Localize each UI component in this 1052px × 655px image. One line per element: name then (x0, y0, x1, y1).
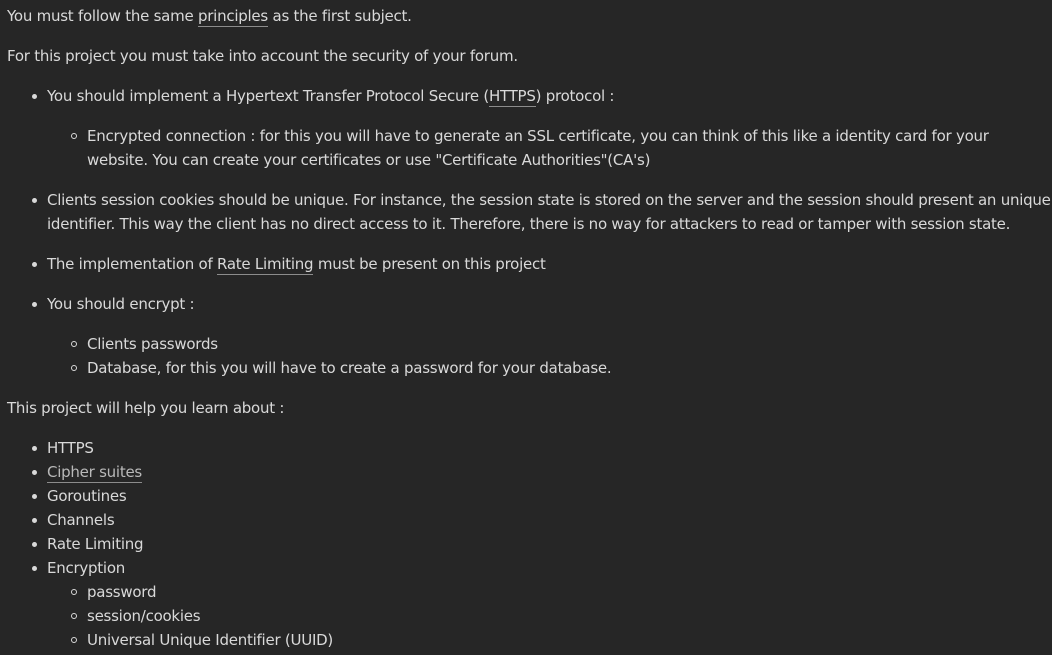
encryption-sub-item-session-cookies: session/cookies (47, 604, 1052, 628)
learn-item-https: HTTPS (7, 436, 1052, 460)
encrypt-sublist: Clients passwords Database, for this you… (47, 332, 1052, 380)
https-sublist: Encrypted connection : for this you will… (47, 124, 1052, 172)
requirements-list: You should implement a Hypertext Transfe… (7, 84, 1052, 380)
intro-text-before: You must follow the same (7, 7, 198, 25)
learn-item-goroutines: Goroutines (7, 484, 1052, 508)
list-item-https: You should implement a Hypertext Transfe… (7, 84, 1052, 172)
list-item-encrypt: You should encrypt : Clients passwords D… (7, 292, 1052, 380)
subject-document: You must follow the same principles as t… (0, 0, 1052, 652)
rate-limiting-link[interactable]: Rate Limiting (217, 255, 314, 275)
encryption-sub-item-uuid: Universal Unique Identifier (UUID) (47, 628, 1052, 652)
learn-list: HTTPS Cipher suites Goroutines Channels … (7, 436, 1052, 652)
learn-intro-paragraph: This project will help you learn about : (7, 399, 285, 417)
intro-paragraph: You must follow the same principles as t… (7, 4, 1052, 28)
cipher-suites-link[interactable]: Cipher suites (47, 463, 142, 483)
learn-item-channels: Channels (7, 508, 1052, 532)
learn-item-encryption: Encryption password session/cookies Univ… (7, 556, 1052, 652)
security-intro-paragraph: For this project you must take into acco… (7, 47, 518, 65)
intro-text-after: as the first subject. (267, 7, 412, 25)
list-item-session-cookies: Clients session cookies should be unique… (7, 188, 1052, 236)
rate-limiting-text-before: The implementation of (47, 255, 218, 273)
https-text-after: ) protocol : (535, 87, 615, 105)
encryption-sublist: password session/cookies Universal Uniqu… (47, 580, 1052, 652)
list-item-rate-limiting: The implementation of Rate Limiting must… (7, 252, 1052, 276)
encryption-label: Encryption (47, 559, 126, 577)
list-item-encrypted-connection: Encrypted connection : for this you will… (47, 124, 1052, 172)
learn-item-rate-limiting: Rate Limiting (7, 532, 1052, 556)
https-link[interactable]: HTTPS (488, 87, 536, 107)
encryption-sub-item-password: password (47, 580, 1052, 604)
principles-link[interactable]: principles (197, 7, 268, 27)
https-text-before: You should implement a Hypertext Transfe… (47, 87, 489, 105)
rate-limiting-text-after: must be present on this project (313, 255, 546, 273)
learn-item-cipher-suites: Cipher suites (7, 460, 1052, 484)
list-item-clients-passwords: Clients passwords (47, 332, 1052, 356)
list-item-database-password: Database, for this you will have to crea… (47, 356, 1052, 380)
encrypt-label: You should encrypt : (47, 295, 195, 313)
